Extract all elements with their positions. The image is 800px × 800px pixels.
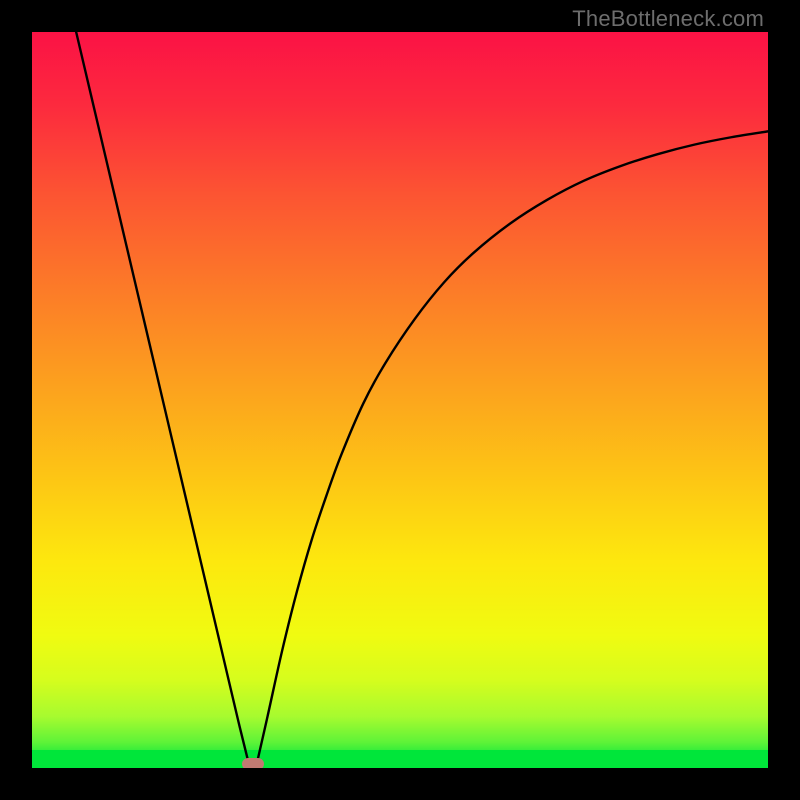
watermark-text: TheBottleneck.com [572,6,764,32]
bottleneck-curve [32,32,768,768]
plot-area [32,32,768,768]
chart-frame: TheBottleneck.com [0,0,800,800]
minimum-marker [242,758,264,768]
